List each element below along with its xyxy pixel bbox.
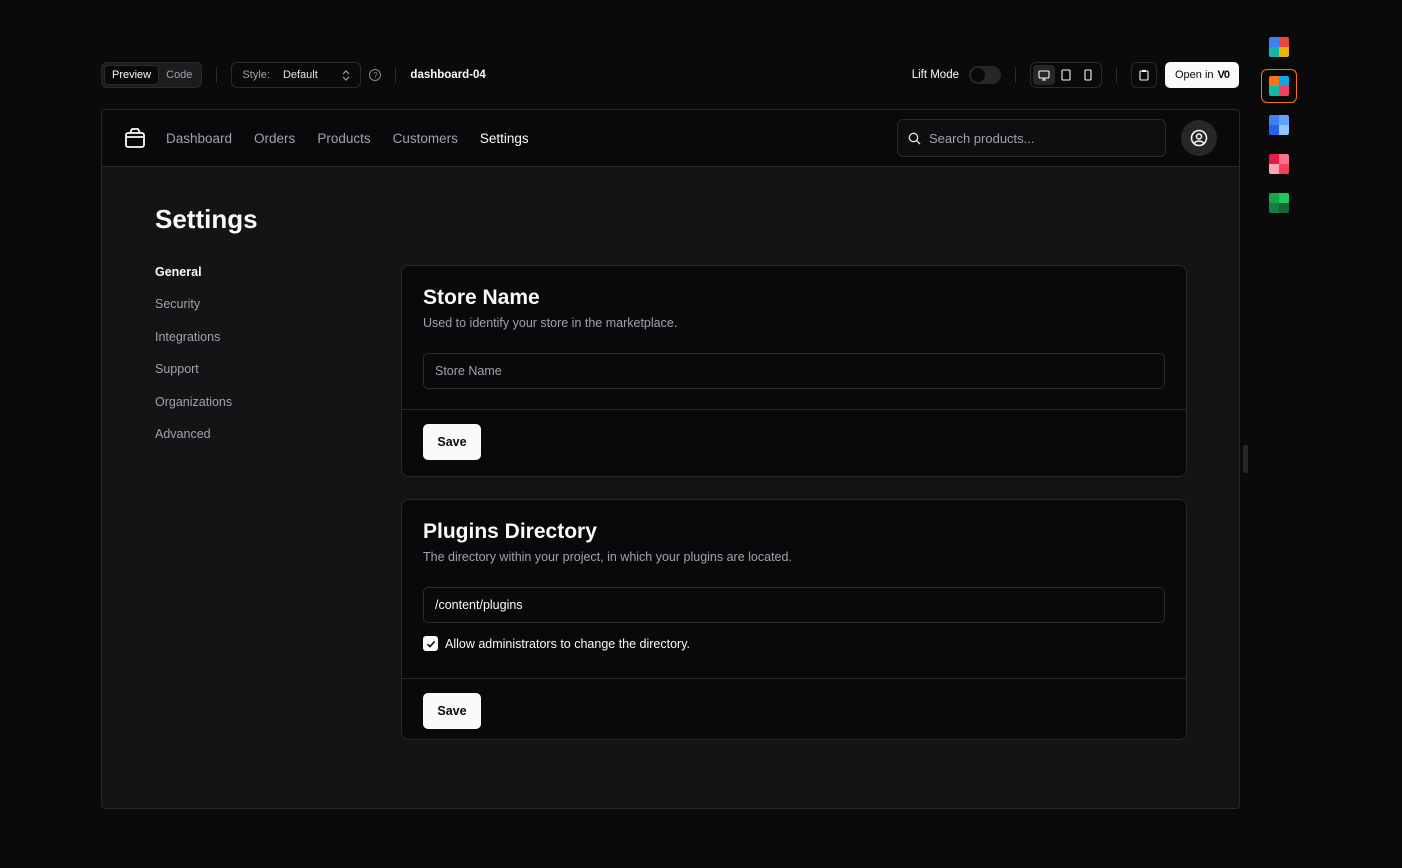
card-description: The directory within your project, in wh… xyxy=(423,550,792,564)
save-button[interactable]: Save xyxy=(423,693,481,729)
theme-swatch-icon xyxy=(1269,115,1289,135)
sidebar-item-integrations[interactable]: Integrations xyxy=(155,330,232,362)
view-toggle: Preview Code xyxy=(101,62,203,88)
theme-multicolor-button[interactable] xyxy=(1261,30,1297,64)
user-menu-button[interactable] xyxy=(1181,120,1217,156)
divider xyxy=(216,67,218,83)
clipboard-icon xyxy=(1139,70,1149,81)
mobile-view-button[interactable] xyxy=(1077,65,1099,85)
search-icon xyxy=(908,132,921,144)
store-name-input[interactable] xyxy=(435,364,1153,378)
copy-button[interactable] xyxy=(1131,62,1157,88)
divider xyxy=(395,67,397,83)
theme-swatch-icon xyxy=(1269,193,1289,213)
preview-frame: Dashboard Orders Products Customers Sett… xyxy=(101,109,1240,809)
settings-sidebar: General Security Integrations Support Or… xyxy=(155,265,232,459)
open-in-label: Open in xyxy=(1175,69,1214,81)
sidebar-item-organizations[interactable]: Organizations xyxy=(155,395,232,427)
sidebar-item-security[interactable]: Security xyxy=(155,297,232,329)
theme-swatch-icon xyxy=(1269,37,1289,57)
theme-switcher xyxy=(1261,30,1297,225)
checkbox-label: Allow administrators to change the direc… xyxy=(445,636,691,651)
nav-settings[interactable]: Settings xyxy=(480,131,529,146)
search-input[interactable] xyxy=(929,130,1149,146)
nav-products[interactable]: Products xyxy=(317,131,370,146)
theme-green-button[interactable] xyxy=(1261,186,1297,220)
nav-dashboard[interactable]: Dashboard xyxy=(166,131,232,146)
save-button[interactable]: Save xyxy=(423,424,481,460)
lift-mode-label: Lift Mode xyxy=(911,69,959,81)
style-label: Style: xyxy=(242,69,270,81)
card-description: Used to identify your store in the marke… xyxy=(423,316,678,330)
nav-customers[interactable]: Customers xyxy=(393,131,458,146)
device-switcher xyxy=(1030,62,1102,88)
sidebar-item-general[interactable]: General xyxy=(155,265,232,297)
nav-orders[interactable]: Orders xyxy=(254,131,295,146)
allow-admins-checkbox[interactable] xyxy=(423,636,438,651)
store-name-field xyxy=(423,353,1165,389)
top-navbar: Dashboard Orders Products Customers Sett… xyxy=(102,110,1239,167)
style-value: Default xyxy=(282,69,318,81)
resize-handle[interactable] xyxy=(1243,445,1248,473)
store-name-card: Store Name Used to identify your store i… xyxy=(401,265,1187,477)
user-circle-icon xyxy=(1190,129,1208,147)
allow-admins-option: Allow administrators to change the direc… xyxy=(423,636,1165,651)
page-title: Settings xyxy=(155,204,258,234)
theme-rose-button[interactable] xyxy=(1261,147,1297,181)
help-icon[interactable]: ? xyxy=(369,69,382,81)
open-in-v0-button[interactable]: Open in V0 xyxy=(1165,62,1239,88)
block-name: dashboard-04 xyxy=(410,69,486,81)
card-title: Plugins Directory xyxy=(423,520,597,543)
style-select[interactable]: Style: Default xyxy=(231,62,362,88)
package-icon[interactable] xyxy=(124,127,146,149)
divider xyxy=(1116,67,1117,83)
tab-code[interactable]: Code xyxy=(159,65,199,85)
monitor-icon xyxy=(1038,69,1050,81)
chevron-up-down-icon xyxy=(342,69,350,81)
block-toolbar: Preview Code Style: Default ? dashboard-… xyxy=(101,61,1239,89)
smartphone-icon xyxy=(1084,69,1092,81)
plugins-directory-card: Plugins Directory The directory within y… xyxy=(401,499,1187,740)
plugins-directory-field xyxy=(423,587,1165,623)
divider xyxy=(1015,67,1016,83)
theme-blue-button[interactable] xyxy=(1261,108,1297,142)
tablet-icon xyxy=(1061,69,1071,81)
tab-preview[interactable]: Preview xyxy=(104,65,160,85)
v0-logo: V0 xyxy=(1217,69,1231,81)
plugins-directory-input[interactable] xyxy=(435,598,1153,612)
sidebar-item-advanced[interactable]: Advanced xyxy=(155,427,232,459)
sidebar-item-support[interactable]: Support xyxy=(155,362,232,394)
search-box xyxy=(897,119,1166,157)
theme-orange-teal-button[interactable] xyxy=(1261,69,1297,103)
theme-swatch-icon xyxy=(1269,154,1289,174)
check-icon xyxy=(426,640,435,648)
theme-swatch-icon xyxy=(1269,76,1289,96)
lift-mode-toggle[interactable] xyxy=(969,66,1001,84)
desktop-view-button[interactable] xyxy=(1033,65,1055,85)
tablet-view-button[interactable] xyxy=(1055,65,1077,85)
card-title: Store Name xyxy=(423,286,540,309)
